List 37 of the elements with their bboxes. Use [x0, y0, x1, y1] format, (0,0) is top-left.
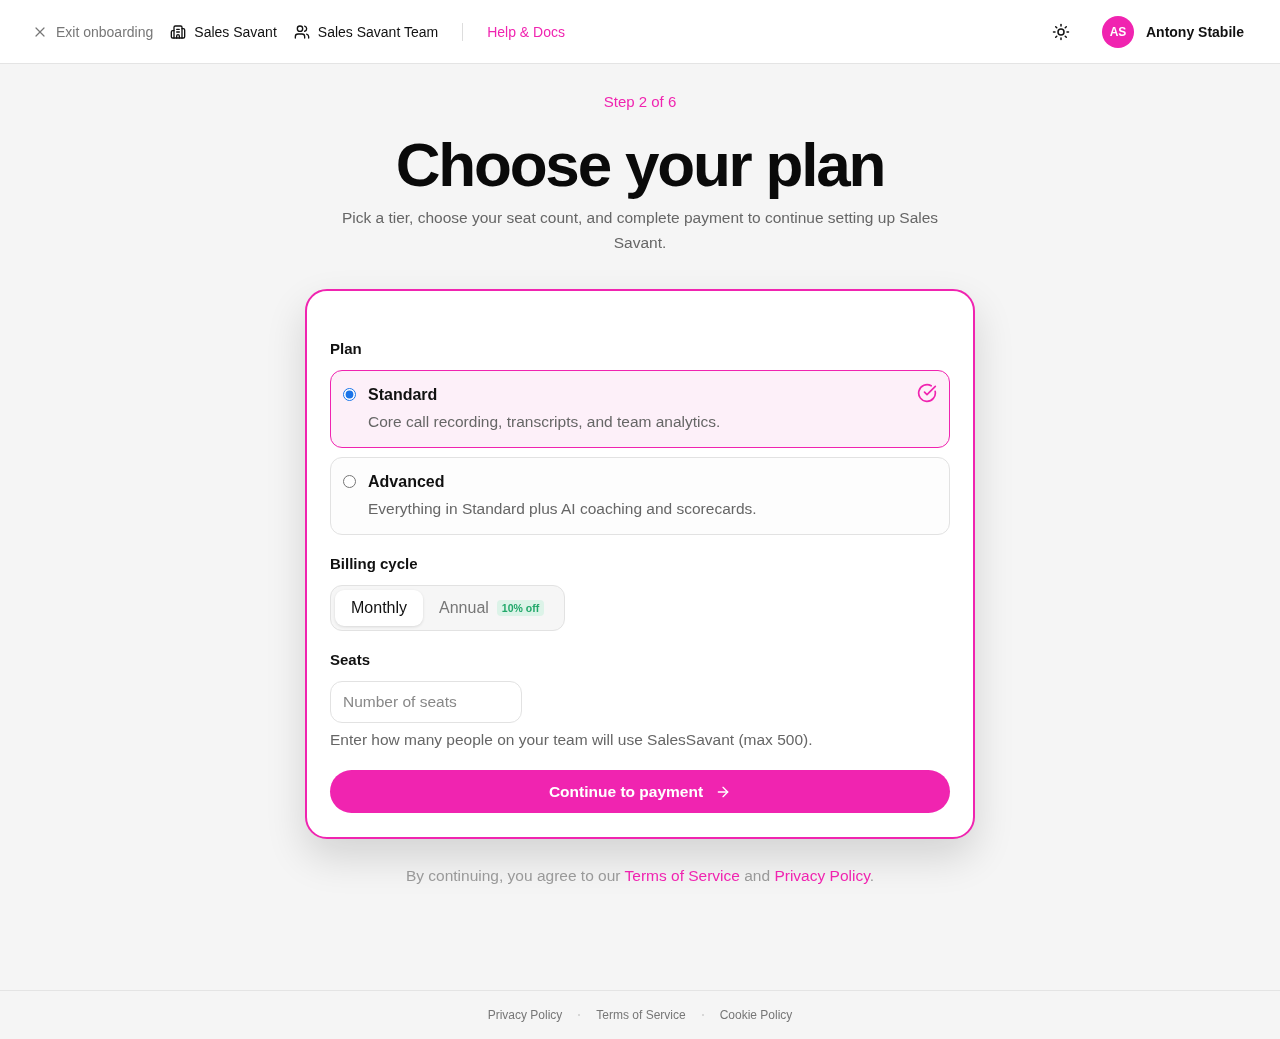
seats-label: Seats	[330, 650, 371, 670]
plan-description: Everything in Standard plus AI coaching and scorecards.	[368, 499, 757, 519]
policy-link[interactable]: Terms of Service	[624, 867, 740, 884]
seats-hint: Enter how many people on your team will use SalesSavant (max 500).	[330, 730, 813, 750]
building-icon	[170, 23, 187, 40]
nav-link[interactable]: Sales Savant	[170, 23, 277, 40]
help-docs-link[interactable]: Help & Docs	[487, 23, 565, 40]
step-indicator: Step 2 of 6	[603, 92, 677, 112]
page-title: Choose your plan	[395, 130, 885, 200]
users-icon	[293, 23, 310, 40]
user-name: Antony Stabile	[1146, 23, 1244, 40]
footer-link[interactable]: Privacy Policy	[487, 1008, 563, 1022]
circle-check-icon	[917, 383, 937, 403]
plan-option[interactable]: Standard Core call recording, transcripts, and team analytics.	[330, 370, 950, 448]
plan-radio[interactable]	[343, 475, 356, 488]
plan-name: Standard	[368, 385, 438, 405]
plan-radio[interactable]	[343, 388, 356, 401]
consent-text: By continuing, you agree to our Terms of Service and Privacy Policy.	[405, 866, 875, 886]
theme-toggle-button[interactable]	[1052, 22, 1070, 41]
sun-icon	[1052, 22, 1070, 41]
seats-input-field[interactable]: Number of seats	[330, 681, 522, 723]
footer-link[interactable]: Terms of Service	[596, 1008, 686, 1022]
policy-link[interactable]: Privacy Policy	[774, 867, 870, 884]
exit-onboarding-link[interactable]: Exit onboarding	[32, 23, 154, 40]
plan-label: Plan	[330, 339, 362, 359]
plan-option[interactable]: Advanced Everything in Standard plus AI coaching and scorecards.	[330, 457, 950, 535]
billing-option-tab[interactable]: Annual 10% off	[423, 590, 561, 626]
discount-badge: 10% off	[496, 600, 545, 616]
page-subtitle: Pick a tier, choose your seat count, and complete payment to continue setting up Sales Savant.	[340, 208, 940, 253]
nav-link[interactable]: Sales Savant Team	[293, 23, 439, 40]
billing-option-tab[interactable]: Monthly	[335, 590, 424, 626]
plan-name: Advanced	[368, 472, 445, 492]
plan-description: Core call recording, transcripts, and team analytics.	[368, 412, 721, 432]
continue-to-payment-button[interactable]: Continue to payment	[330, 770, 950, 813]
footer-link[interactable]: Cookie Policy	[719, 1008, 793, 1022]
billing-cycle-label: Billing cycle	[330, 554, 418, 574]
user-avatar[interactable]: AS	[1102, 15, 1134, 48]
